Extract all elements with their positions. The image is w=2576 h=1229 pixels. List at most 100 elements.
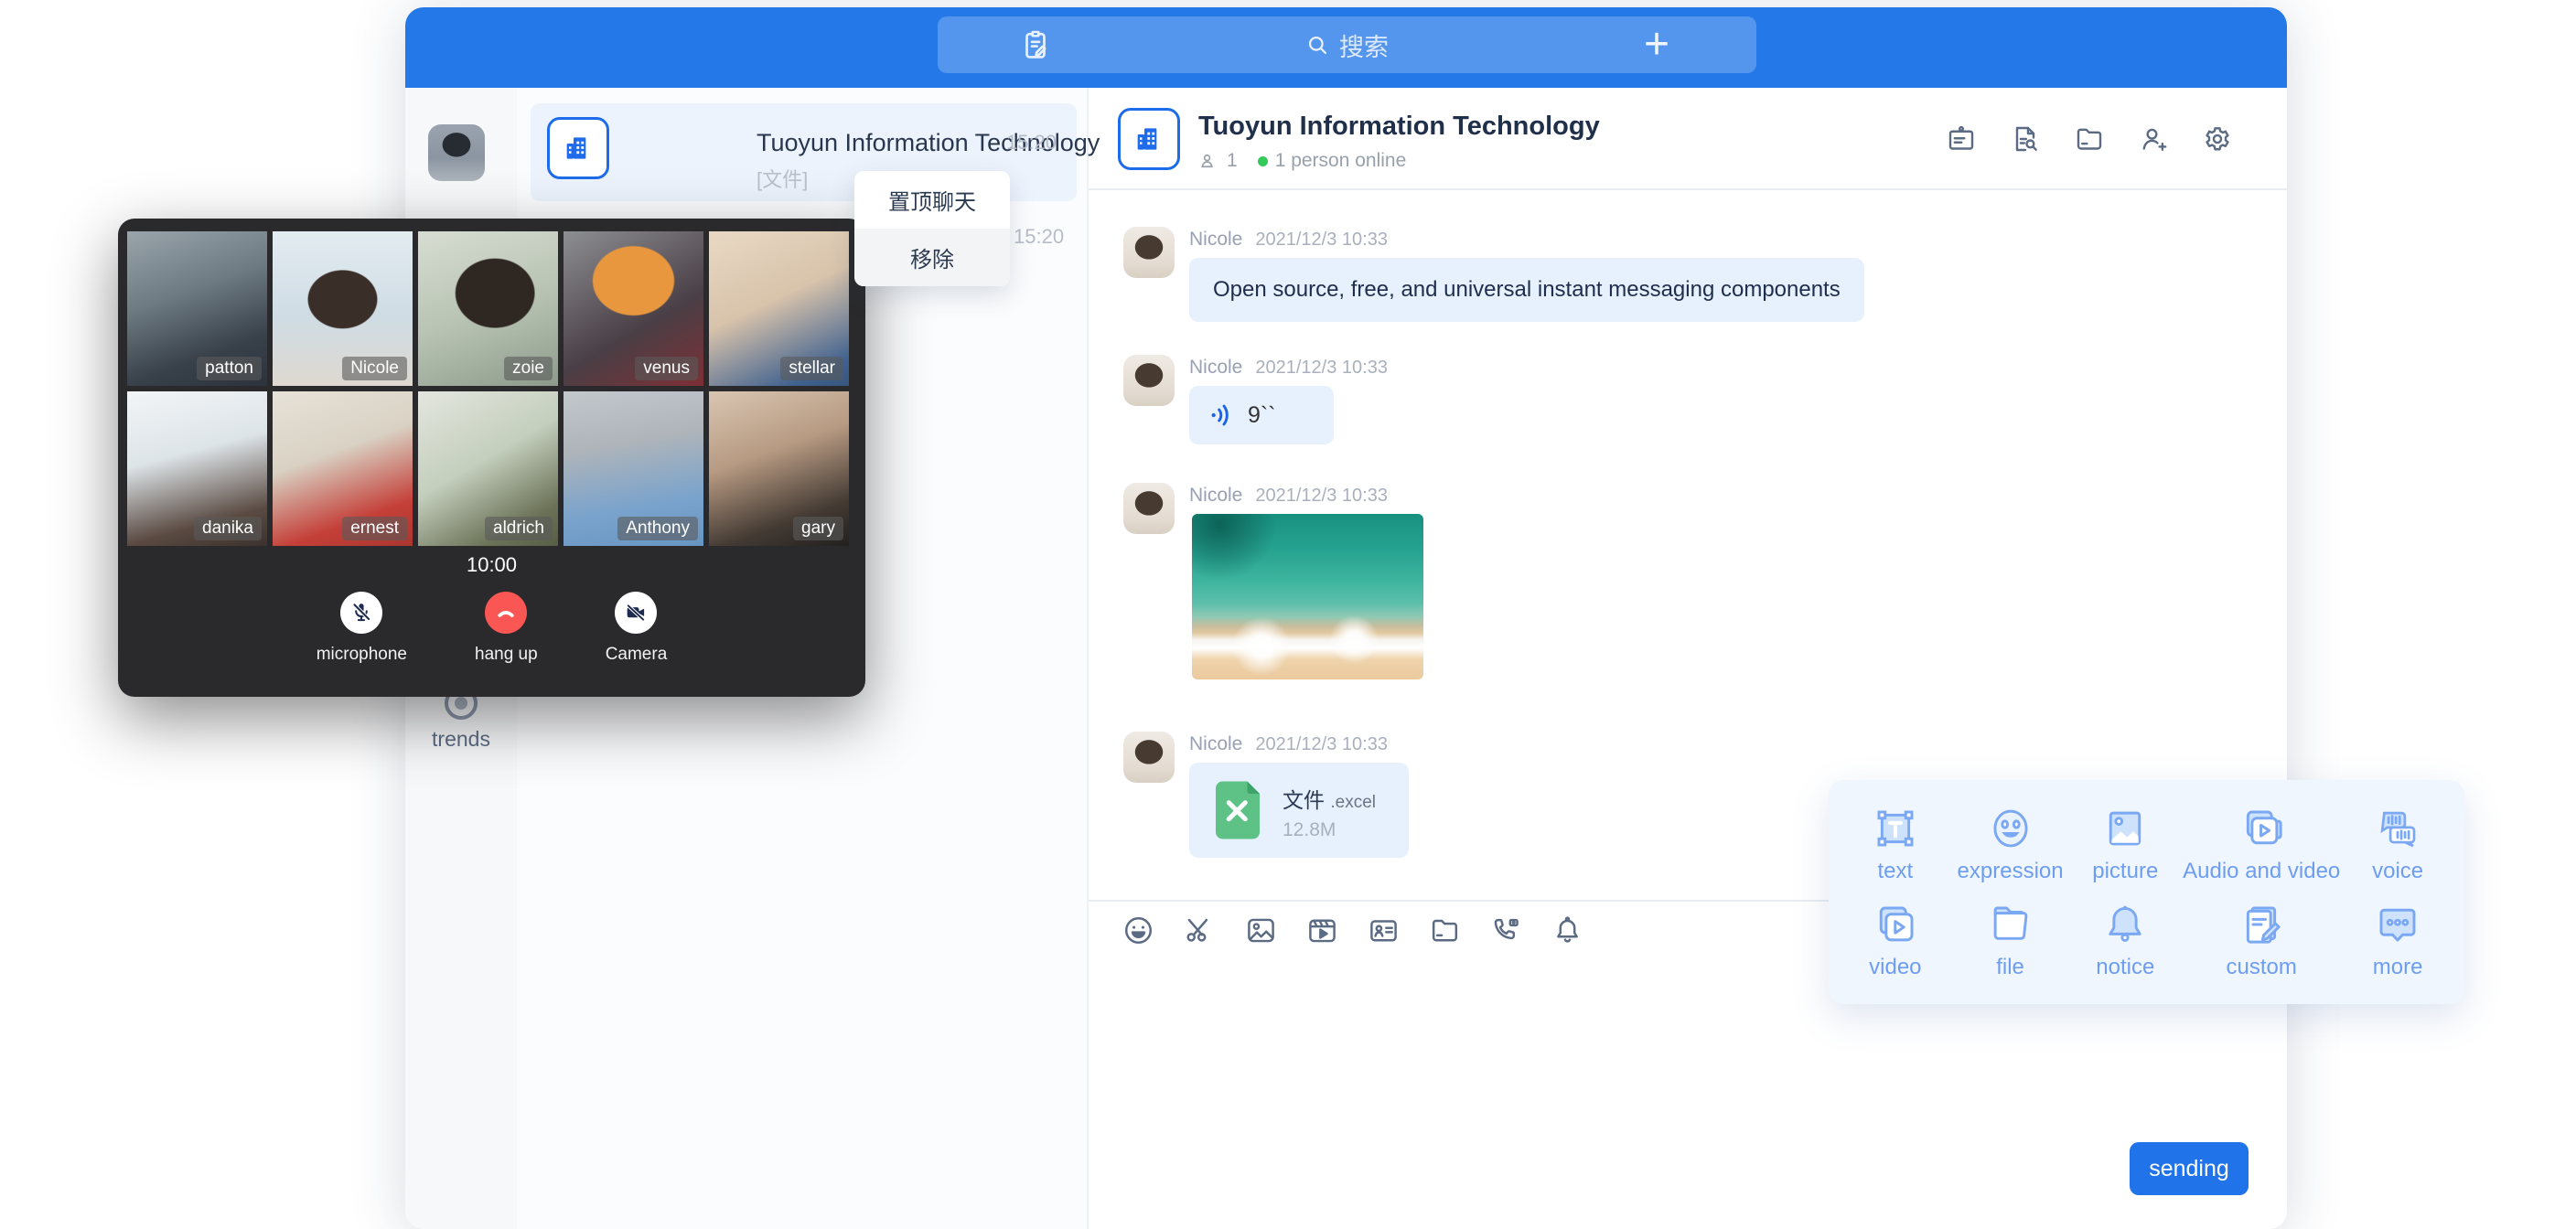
participant-video-tile[interactable]: ernest bbox=[273, 391, 413, 546]
participant-video-tile[interactable]: Anthony bbox=[564, 391, 703, 546]
emoji-icon[interactable] bbox=[1122, 914, 1155, 947]
message-text: Open source, free, and universal instant… bbox=[1213, 277, 1841, 303]
message-time: 2021/12/3 10:33 bbox=[1255, 486, 1388, 506]
hang-up-label: hang up bbox=[475, 645, 538, 665]
search-input[interactable]: 搜索 bbox=[938, 16, 1756, 73]
composer-toolbar bbox=[1122, 914, 1584, 947]
picture-icon bbox=[2100, 804, 2150, 853]
participant-grid: patton Nicole zoie venus stellar danika … bbox=[127, 231, 856, 546]
member-icon bbox=[1198, 151, 1219, 172]
file-folder-light-icon bbox=[1986, 900, 2035, 949]
participant-video-tile[interactable]: patton bbox=[127, 231, 267, 386]
participant-name: venus bbox=[635, 357, 698, 380]
participant-video-tile[interactable]: aldrich bbox=[418, 391, 558, 546]
microphone-button[interactable]: microphone bbox=[317, 592, 407, 665]
text-tool-icon bbox=[1871, 804, 1920, 853]
file-folder-icon[interactable] bbox=[2073, 123, 2106, 155]
online-dot bbox=[1258, 156, 1268, 166]
add-button[interactable]: + bbox=[1644, 16, 1669, 73]
feature-item-file[interactable]: file bbox=[1953, 892, 2068, 989]
group-avatar-building-icon bbox=[547, 117, 609, 179]
chat-avatar-building-icon bbox=[1118, 108, 1180, 170]
feature-item-audio-video[interactable]: Audio and video bbox=[2183, 796, 2340, 892]
image-message-beach-photo[interactable] bbox=[1192, 514, 1423, 679]
file-icon[interactable] bbox=[1428, 914, 1462, 947]
user-avatar[interactable] bbox=[428, 124, 485, 181]
file-message-card[interactable]: 文件 .excel 12.8M bbox=[1189, 763, 1409, 858]
feature-item-notice[interactable]: notice bbox=[2067, 892, 2183, 989]
participant-video-tile[interactable]: zoie bbox=[418, 231, 558, 386]
participant-name: gary bbox=[793, 517, 843, 540]
chat-subheader: 1 1 person online bbox=[1198, 150, 1406, 172]
notice-board-icon[interactable] bbox=[1945, 123, 1978, 155]
participant-video-tile[interactable]: gary bbox=[709, 391, 849, 546]
conversation-time: 15:20 bbox=[1006, 131, 1057, 155]
sender-name: Nicole bbox=[1189, 357, 1242, 378]
participant-name: Nicole bbox=[342, 357, 407, 380]
feature-item-voice[interactable]: voice bbox=[2340, 796, 2455, 892]
settings-gear-icon[interactable] bbox=[2201, 123, 2234, 155]
message-avatar[interactable] bbox=[1123, 355, 1175, 406]
conversation-context-menu: 置顶聊天 移除 bbox=[854, 171, 1010, 286]
feature-item-custom[interactable]: custom bbox=[2183, 892, 2340, 989]
contact-card-icon[interactable] bbox=[1367, 914, 1401, 947]
file-name: 文件 .excel bbox=[1283, 783, 1376, 814]
participant-name: aldrich bbox=[485, 517, 553, 540]
call-timer: 10:00 bbox=[118, 553, 865, 577]
message-avatar[interactable] bbox=[1123, 227, 1175, 278]
participant-name: stellar bbox=[780, 357, 843, 380]
message-meta: Nicole 2021/12/3 10:33 bbox=[1189, 357, 1388, 379]
notice-bell-icon[interactable] bbox=[1551, 914, 1584, 947]
participant-video-tile[interactable]: danika bbox=[127, 391, 267, 546]
add-member-icon[interactable] bbox=[2137, 123, 2170, 155]
message-meta: Nicole2021/12/3 10:33 bbox=[1189, 733, 1388, 755]
conversation2-time: 15:20 bbox=[1014, 225, 1064, 249]
video-call-panel: patton Nicole zoie venus stellar danika … bbox=[118, 219, 865, 697]
menu-item-remove[interactable]: 移除 bbox=[854, 229, 1010, 286]
audio-video-icon bbox=[2237, 804, 2286, 853]
participant-video-tile[interactable]: venus bbox=[564, 231, 703, 386]
video-play-icon bbox=[1871, 900, 1920, 949]
voice-message-bubble[interactable]: 9`` bbox=[1189, 386, 1334, 444]
video-clapper-icon[interactable] bbox=[1305, 914, 1339, 947]
feature-item-picture[interactable]: picture bbox=[2067, 796, 2183, 892]
menu-item-pin-chat[interactable]: 置顶聊天 bbox=[854, 171, 1010, 229]
message-meta: Nicole 2021/12/3 10:33 bbox=[1189, 485, 1388, 507]
screenshot-scissors-icon[interactable] bbox=[1183, 914, 1217, 947]
microphone-label: microphone bbox=[317, 645, 407, 665]
camera-button[interactable]: Camera bbox=[606, 592, 668, 665]
send-button[interactable]: sending bbox=[2130, 1142, 2249, 1195]
sender-name: Nicole bbox=[1189, 485, 1242, 506]
camera-label: Camera bbox=[606, 645, 668, 665]
camera-off-icon bbox=[615, 592, 657, 634]
file-extension: .excel bbox=[1330, 793, 1376, 812]
chat-record-search-icon[interactable] bbox=[2009, 123, 2042, 155]
feature-item-expression[interactable]: expression bbox=[1953, 796, 2068, 892]
voice-duration: 9`` bbox=[1248, 402, 1276, 429]
more-dots-icon bbox=[2373, 900, 2422, 949]
participant-video-tile[interactable]: stellar bbox=[709, 231, 849, 386]
notice-bell-light-icon bbox=[2100, 900, 2150, 949]
message-time: 2021/12/3 10:33 bbox=[1255, 358, 1388, 378]
feature-panel: text expression picture bbox=[1829, 780, 2464, 1004]
microphone-muted-icon bbox=[340, 592, 382, 634]
message-avatar[interactable] bbox=[1123, 483, 1175, 534]
page: 搜索 + trends Tuoyun Information T bbox=[0, 0, 2576, 1229]
chat-header: Tuoyun Information Technology 1 1 person… bbox=[1089, 88, 2287, 190]
message-avatar[interactable] bbox=[1123, 732, 1175, 783]
participant-video-tile[interactable]: Nicole bbox=[273, 231, 413, 386]
text-message-bubble[interactable]: Open source, free, and universal instant… bbox=[1189, 258, 1864, 322]
video-call-phone-icon[interactable] bbox=[1489, 914, 1523, 947]
message-time: 2021/12/3 10:33 bbox=[1255, 734, 1388, 754]
search-bar[interactable]: 搜索 + bbox=[938, 16, 1756, 73]
feature-item-text[interactable]: text bbox=[1838, 796, 1953, 892]
voice-bubbles-icon bbox=[2373, 804, 2422, 853]
feature-item-video[interactable]: video bbox=[1838, 892, 1953, 989]
search-placeholder: 搜索 bbox=[1339, 27, 1389, 63]
online-status: 1 person online bbox=[1275, 150, 1407, 172]
hang-up-button[interactable]: hang up bbox=[475, 592, 538, 665]
file-size: 12.8M bbox=[1283, 819, 1336, 841]
image-icon[interactable] bbox=[1244, 914, 1278, 947]
feature-item-more[interactable]: more bbox=[2340, 892, 2455, 989]
participant-name: ernest bbox=[342, 517, 407, 540]
